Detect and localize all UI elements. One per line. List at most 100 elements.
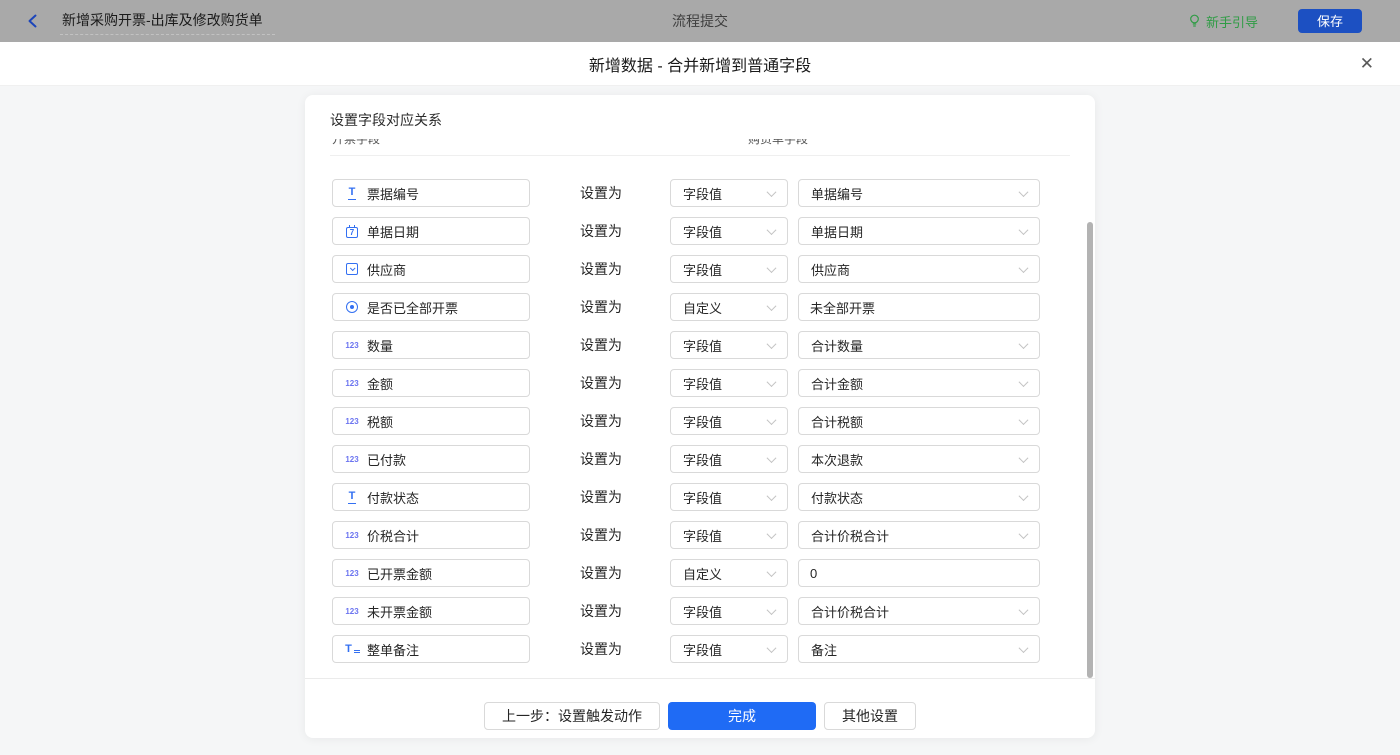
source-field-box: 123 未开票金额 xyxy=(332,597,530,625)
mapping-row: 123 未开票金额 设置为 字段值 合计价税合计 xyxy=(305,597,1095,625)
header-divider xyxy=(330,155,1070,156)
flow-name-editable[interactable]: 新增采购开票-出库及修改购货单 xyxy=(60,8,275,35)
chevron-down-icon xyxy=(767,453,777,463)
chevron-down-icon xyxy=(767,567,777,577)
source-field-box: 123 数量 xyxy=(332,331,530,359)
mapping-rows: T 票据编号 设置为 字段值 单据编号 7 单据日期 设置为 字段值 单据日期 … xyxy=(305,179,1095,673)
target-field-select[interactable]: 合计价税合计 xyxy=(798,597,1040,625)
mapping-row: 123 已开票金额 设置为 自定义 xyxy=(305,559,1095,587)
target-field-select[interactable]: 备注 xyxy=(798,635,1040,663)
value-mode-select[interactable]: 字段值 xyxy=(670,217,788,245)
source-field-box: 123 金额 xyxy=(332,369,530,397)
set-to-label: 设置为 xyxy=(580,639,628,659)
chevron-down-icon xyxy=(1019,187,1029,197)
set-to-label: 设置为 xyxy=(580,297,628,317)
source-field-box: 7 单据日期 xyxy=(332,217,530,245)
radio-field-icon xyxy=(344,301,360,313)
clipped-column-header-left: 开票字段 xyxy=(332,139,380,145)
set-to-label: 设置为 xyxy=(580,525,628,545)
mapping-row: T 付款状态 设置为 字段值 付款状态 xyxy=(305,483,1095,511)
number-field-icon: 123 xyxy=(344,341,360,350)
value-mode-select[interactable]: 字段值 xyxy=(670,483,788,511)
value-mode-select[interactable]: 字段值 xyxy=(670,179,788,207)
mapping-row: 123 金额 设置为 字段值 合计金额 xyxy=(305,369,1095,397)
close-icon[interactable]: ✕ xyxy=(1360,54,1374,74)
value-mode-select[interactable]: 字段值 xyxy=(670,407,788,435)
source-field-label: 已付款 xyxy=(367,450,406,469)
target-field-select[interactable]: 本次退款 xyxy=(798,445,1040,473)
value-mode-select[interactable]: 字段值 xyxy=(670,445,788,473)
chevron-down-icon xyxy=(767,605,777,615)
chevron-down-icon xyxy=(1019,377,1029,387)
chevron-down-icon xyxy=(1019,529,1029,539)
value-mode-select[interactable]: 自定义 xyxy=(670,293,788,321)
source-field-label: 已开票金额 xyxy=(367,564,432,583)
custom-value-input[interactable] xyxy=(798,293,1040,321)
number-field-icon: 123 xyxy=(344,569,360,578)
custom-value-input[interactable] xyxy=(798,559,1040,587)
save-button[interactable]: 保存 xyxy=(1298,9,1362,33)
value-mode-select[interactable]: 字段值 xyxy=(670,331,788,359)
finish-button[interactable]: 完成 xyxy=(668,702,816,730)
value-mode-select[interactable]: 字段值 xyxy=(670,255,788,283)
chevron-down-icon xyxy=(1019,225,1029,235)
target-field-select[interactable]: 供应商 xyxy=(798,255,1040,283)
chevron-down-icon xyxy=(1019,453,1029,463)
source-field-box: 123 已开票金额 xyxy=(332,559,530,587)
source-field-box: 123 价税合计 xyxy=(332,521,530,549)
set-to-label: 设置为 xyxy=(580,335,628,355)
target-field-select[interactable]: 单据日期 xyxy=(798,217,1040,245)
target-field-select[interactable]: 合计金额 xyxy=(798,369,1040,397)
mapping-row: T 整单备注 设置为 字段值 备注 xyxy=(305,635,1095,663)
source-field-label: 供应商 xyxy=(367,260,406,279)
footer-divider xyxy=(305,678,1095,679)
value-mode-select[interactable]: 字段值 xyxy=(670,597,788,625)
top-navbar: 新增采购开票-出库及修改购货单 流程提交 新手引导 保存 xyxy=(0,0,1400,42)
mapping-row: 123 税额 设置为 字段值 合计税额 xyxy=(305,407,1095,435)
target-field-select[interactable]: 付款状态 xyxy=(798,483,1040,511)
set-to-label: 设置为 xyxy=(580,259,628,279)
chevron-down-icon xyxy=(767,339,777,349)
mapping-row: T 票据编号 设置为 字段值 单据编号 xyxy=(305,179,1095,207)
chevron-down-icon xyxy=(1019,415,1029,425)
clipped-column-headers: 开票字段 购货单字段 xyxy=(305,139,1075,145)
chevron-down-icon xyxy=(767,263,777,273)
set-to-label: 设置为 xyxy=(580,601,628,621)
date-field-icon: 7 xyxy=(344,225,360,238)
panel-footer: 上一步：设置触发动作 完成 其他设置 xyxy=(305,702,1095,730)
source-field-label: 是否已全部开票 xyxy=(367,298,458,317)
text-field-icon: T xyxy=(344,491,360,504)
other-settings-button[interactable]: 其他设置 xyxy=(824,702,916,730)
set-to-label: 设置为 xyxy=(580,449,628,469)
value-mode-select[interactable]: 自定义 xyxy=(670,559,788,587)
target-field-select[interactable]: 合计数量 xyxy=(798,331,1040,359)
dialog-title: 新增数据 - 合并新增到普通字段 xyxy=(589,52,811,76)
chevron-down-icon xyxy=(767,225,777,235)
chevron-down-icon xyxy=(767,301,777,311)
beginner-guide-link[interactable]: 新手引导 xyxy=(1188,12,1258,31)
chevron-down-icon xyxy=(1019,643,1029,653)
value-mode-select[interactable]: 字段值 xyxy=(670,521,788,549)
field-mapping-panel: 设置字段对应关系 开票字段 购货单字段 T 票据编号 设置为 字段值 单据编号 … xyxy=(305,95,1095,738)
source-field-box: T 付款状态 xyxy=(332,483,530,511)
chevron-down-icon xyxy=(767,491,777,501)
source-field-box: 123 税额 xyxy=(332,407,530,435)
source-field-label: 价税合计 xyxy=(367,526,419,545)
source-field-box: 供应商 xyxy=(332,255,530,283)
scrollbar-thumb[interactable] xyxy=(1087,222,1093,678)
value-mode-select[interactable]: 字段值 xyxy=(670,635,788,663)
mapping-row: 供应商 设置为 字段值 供应商 xyxy=(305,255,1095,283)
previous-step-button[interactable]: 上一步：设置触发动作 xyxy=(484,702,660,730)
lightbulb-icon xyxy=(1188,14,1201,28)
chevron-down-icon xyxy=(767,187,777,197)
target-field-select[interactable]: 单据编号 xyxy=(798,179,1040,207)
dialog-body: 设置字段对应关系 开票字段 购货单字段 T 票据编号 设置为 字段值 单据编号 … xyxy=(0,86,1400,755)
target-field-select[interactable]: 合计价税合计 xyxy=(798,521,1040,549)
value-mode-select[interactable]: 字段值 xyxy=(670,369,788,397)
number-field-icon: 123 xyxy=(344,607,360,616)
chevron-down-icon xyxy=(1019,491,1029,501)
set-to-label: 设置为 xyxy=(580,373,628,393)
back-icon[interactable] xyxy=(26,13,42,29)
chevron-down-icon xyxy=(767,377,777,387)
target-field-select[interactable]: 合计税额 xyxy=(798,407,1040,435)
